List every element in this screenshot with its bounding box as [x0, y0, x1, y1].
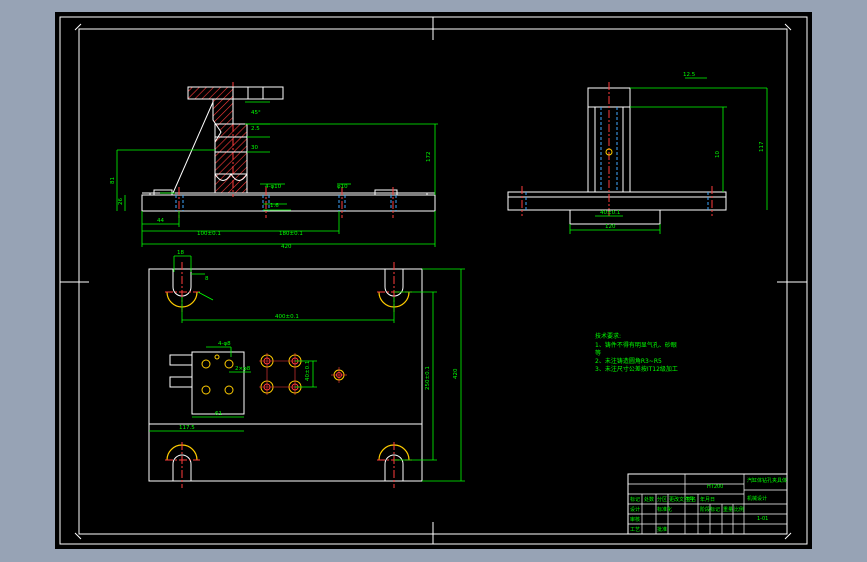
title-row-label-3: 分区 — [657, 496, 667, 503]
dim-top-small3: 4-φ8 — [218, 341, 231, 347]
dim-side-base: 120 — [605, 224, 616, 230]
title-sig-3: 审核 — [630, 516, 640, 523]
title-drawing-no: 1-01 — [757, 516, 768, 522]
notes-item-4: 3、未注尺寸公差按IT12级加工 — [595, 365, 678, 373]
notes-heading: 技术要求: — [595, 332, 621, 340]
drawing-viewport[interactable]: 172 81 26 44 100±0.1 180±0.1 420 4-φ10 φ… — [55, 12, 812, 549]
title-row-label-5: 签名 — [686, 496, 696, 503]
title-row-label-2: 处数 — [644, 496, 654, 503]
notes-item-2: 等 — [595, 349, 601, 357]
top-support-block — [191, 351, 245, 415]
top-plate — [148, 268, 423, 482]
top-view: 400±0.1 250±0.1 420 18 8 4-φ8 2×φ8 40±0.… — [148, 250, 465, 488]
title-sig-5: 批准 — [657, 526, 667, 533]
dim-front-hole2: φ10 — [337, 184, 348, 190]
dim-top-length: 400±0.1 — [275, 314, 299, 320]
dim-front-offset: 44 — [157, 218, 164, 224]
dim-front-label-b: 30 — [251, 145, 258, 151]
front-top-clamp — [187, 86, 234, 100]
dim-side-roughness: 12.5 — [683, 72, 696, 78]
top-u-slots — [172, 269, 404, 481]
dim-side-inner: 10 — [715, 151, 721, 158]
dim-front-hole1: 4-φ10 — [265, 184, 282, 190]
dim-top-depth: 420 — [453, 368, 459, 379]
dim-side-height: 117 — [759, 141, 765, 152]
title-row-label-6: 年月日 — [700, 496, 715, 503]
dim-top-small1: 18 — [177, 250, 184, 256]
top-hole-pattern — [259, 353, 347, 395]
side-base — [507, 191, 727, 211]
title-sig-2: 标准化 — [657, 506, 672, 513]
dim-front-chamfer: 45° — [251, 110, 261, 116]
title-material: HT200 — [707, 484, 723, 490]
notes-item-1: 1、铸件不得有明显气孔、砂眼 — [595, 341, 677, 349]
technical-notes: 技术要求: 1、铸件不得有明显气孔、砂眼 等 2、未注铸造圆角R3~R5 3、未… — [595, 332, 678, 373]
cad-drawing: 172 81 26 44 100±0.1 180±0.1 420 4-φ10 φ… — [59, 16, 808, 545]
title-stage: 阶段标记 — [700, 506, 720, 513]
title-sig-4: 工艺 — [630, 527, 640, 533]
dim-front-height: 172 — [426, 152, 432, 163]
dim-front-len180: 180±0.1 — [279, 231, 303, 237]
notes-item-3: 2、未注铸造圆角R3~R5 — [595, 357, 662, 365]
dim-top-small6: 61 — [215, 411, 222, 417]
dim-front-total: 420 — [281, 244, 292, 250]
dim-front-label-a: 2.5 — [251, 126, 260, 132]
title-row-label-1: 标记 — [630, 496, 640, 503]
dim-top-small4: 2×φ8 — [235, 366, 251, 372]
dim-top-width: 250±0.1 — [425, 366, 431, 390]
dim-top-small7: 117.5 — [179, 425, 195, 431]
dim-front-label-c: 1.6 — [270, 203, 279, 209]
title-weight: 重量 — [723, 506, 733, 513]
dim-top-small2: 8 — [205, 276, 209, 282]
centering-marks — [60, 17, 807, 544]
dim-front-left-height: 81 — [110, 177, 116, 184]
dim-front-base-thick: 26 — [118, 198, 124, 205]
dim-side-slot: 40±0.1 — [600, 210, 620, 216]
front-column-section — [212, 98, 248, 194]
front-view: 172 81 26 44 100±0.1 180±0.1 420 4-φ10 φ… — [110, 82, 438, 250]
front-leader — [172, 101, 214, 194]
title-sig-1: 设计 — [630, 506, 640, 513]
title-school: 机械设计 — [747, 495, 767, 502]
dim-front-len100: 100±0.1 — [197, 231, 221, 237]
front-dimensions — [116, 101, 438, 247]
sheet-border — [59, 16, 808, 545]
title-block: HT200 汽缸体钻孔夹具体 机械设计 1-01 标记 处数 分区 更改文件号 … — [627, 473, 788, 535]
title-drawing-name: 汽缸体钻孔夹具体 — [747, 477, 787, 484]
side-view: 117 10 120 40±0.1 12.5 — [507, 72, 768, 234]
title-scale: 比例 — [734, 506, 744, 513]
dim-top-small5: 40±0.1 — [305, 361, 311, 381]
